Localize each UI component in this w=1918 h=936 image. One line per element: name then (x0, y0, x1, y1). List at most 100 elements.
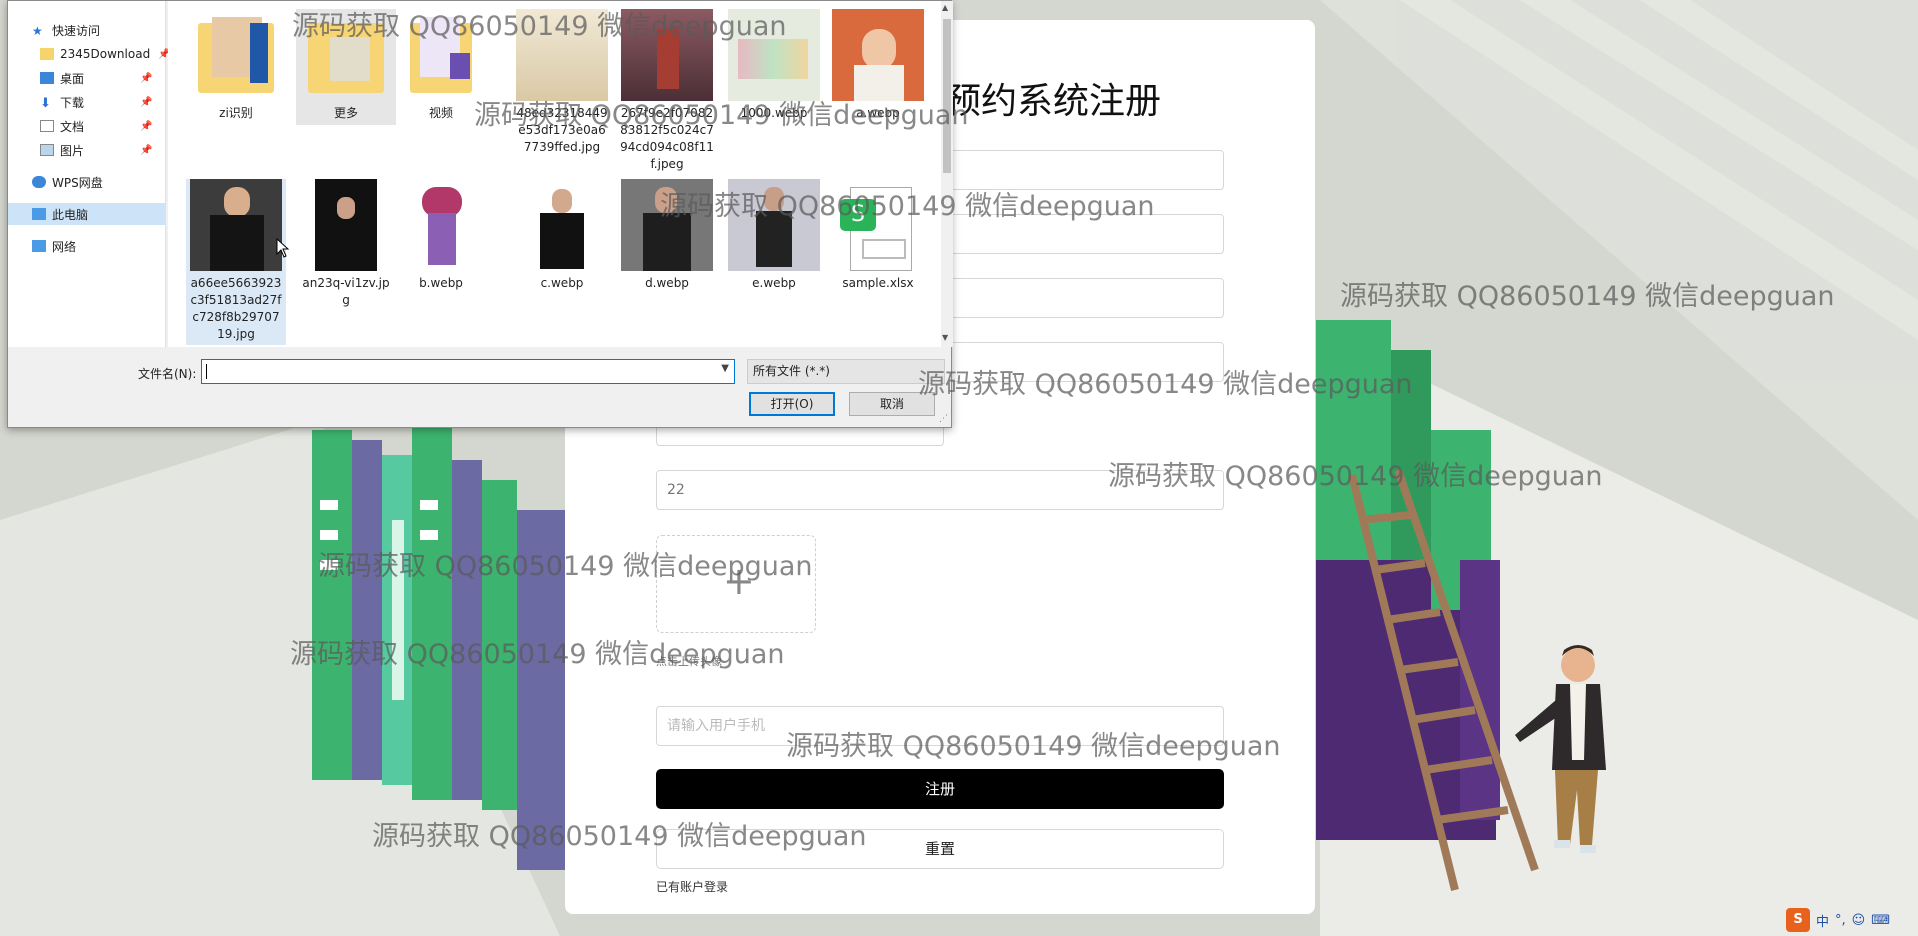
text-caret (206, 364, 207, 379)
file-type-filter[interactable]: 所有文件 (*.*) (747, 359, 945, 384)
ime-tray: S 中 °, ☺ ⌨ (1786, 906, 1890, 934)
nav-label: 网络 (52, 239, 77, 254)
navigation-pane: ★ 快速访问 2345Download 📌 桌面 📌 ⬇ 下载 📌 文档 📌 图片 📌 W… (8, 1, 171, 347)
age-input[interactable]: 22 (656, 470, 1224, 510)
login-link[interactable]: 已有账户登录 (656, 878, 728, 895)
open-button[interactable]: 打开(O) (749, 392, 835, 416)
nav-item-2345download[interactable]: 2345Download 📌 (40, 43, 171, 65)
file-name: an23q-vi1zv.jpg (302, 276, 390, 307)
nav-label: 此电脑 (52, 207, 89, 222)
emoji-icon[interactable]: ☺ (1852, 913, 1866, 928)
file-name: a.webp (856, 106, 900, 120)
nav-item-documents[interactable]: 文档 📌 (40, 115, 152, 137)
image-thumbnail (516, 9, 608, 101)
file-list: zi识别 更多 视频 48ed32318449e53df173e0a67739f… (168, 1, 941, 347)
file-name: 1000.webp (740, 106, 808, 120)
image-thumbnail (621, 179, 713, 271)
file-item[interactable]: a.webp (828, 9, 928, 122)
folder-icon (300, 9, 392, 101)
computer-icon (32, 208, 46, 220)
folder-icon (190, 9, 282, 101)
file-item[interactable]: a66ee5663923c3f51813ad27fc728f8b2970719.… (186, 179, 286, 345)
nav-label: WPS网盘 (52, 175, 103, 190)
file-name: c.webp (540, 276, 584, 290)
file-item[interactable]: an23q-vi1zv.jpg (296, 179, 396, 309)
avatar-upload[interactable]: + (656, 535, 816, 633)
cloud-icon (32, 176, 46, 188)
nav-item-pictures[interactable]: 图片 📌 (40, 139, 152, 161)
spreadsheet-icon: S (832, 179, 924, 271)
file-name: sample.xlsx (842, 276, 914, 290)
phone-input[interactable]: 请输入用户手机 (656, 706, 1224, 746)
image-thumbnail (522, 179, 602, 271)
language-indicator[interactable]: 中 (1816, 911, 1829, 930)
file-name: d.webp (645, 276, 689, 290)
nav-label: 快速访问 (52, 23, 101, 38)
scroll-down-icon[interactable]: ▼ (942, 333, 948, 342)
punctuation-icon[interactable]: °, (1835, 913, 1846, 928)
file-name: 48ed32318449e53df173e0a67739ffed.jpg (516, 106, 608, 154)
sogou-ime-icon[interactable]: S (1786, 908, 1810, 932)
image-thumbnail (728, 179, 820, 271)
image-thumbnail (410, 179, 472, 271)
file-name: a66ee5663923c3f51813ad27fc728f8b2970719.… (190, 276, 282, 341)
picture-icon (40, 144, 54, 156)
nav-label: 2345Download (60, 47, 151, 61)
file-item[interactable]: 视频 (406, 9, 476, 122)
resize-grip-icon[interactable]: ⋰ (939, 414, 948, 424)
file-item[interactable]: d.webp (617, 179, 717, 292)
file-name: e.webp (752, 276, 796, 290)
reset-button[interactable]: 重置 (656, 829, 1224, 869)
file-name: 267f9e2f0708283812f5c024c794cd094c08f11f… (620, 106, 714, 171)
nav-this-pc[interactable]: 此电脑 (8, 203, 165, 225)
file-item[interactable]: e.webp (724, 179, 824, 292)
mouse-cursor-icon (276, 238, 290, 258)
network-icon (32, 240, 46, 252)
pin-icon: 📌 (140, 96, 153, 108)
cancel-button[interactable]: 取消 (849, 392, 935, 416)
file-open-dialog: ★ 快速访问 2345Download 📌 桌面 📌 ⬇ 下载 📌 文档 📌 图片 📌 W… (7, 0, 953, 428)
file-item[interactable]: 更多 (296, 9, 396, 125)
nav-label: 桌面 (60, 71, 85, 86)
nav-network[interactable]: 网络 (32, 235, 76, 257)
video-folder-icon (410, 9, 472, 101)
file-list-scrollbar[interactable]: ▲ ▼ (941, 1, 953, 347)
nav-wps-cloud[interactable]: WPS网盘 (32, 171, 103, 193)
image-thumbnail (315, 179, 377, 271)
file-name: b.webp (419, 276, 463, 290)
download-arrow-icon: ⬇ (40, 96, 51, 111)
star-icon: ★ (32, 24, 43, 38)
pin-icon: 📌 (140, 72, 153, 84)
plus-icon: + (723, 559, 755, 603)
image-thumbnail (190, 179, 282, 271)
nav-item-desktop[interactable]: 桌面 📌 (40, 67, 152, 89)
file-name: 视频 (428, 106, 453, 120)
file-item[interactable]: zi识别 (186, 9, 286, 122)
page-title: 预约系统注册 (945, 81, 1162, 122)
nav-label: 下载 (60, 95, 85, 110)
filename-label: 文件名(N): (138, 367, 197, 381)
nav-label: 文档 (60, 119, 85, 134)
chevron-down-icon[interactable]: ▼ (721, 363, 729, 374)
file-item[interactable]: 267f9e2f0708283812f5c024c794cd094c08f11f… (617, 9, 717, 173)
file-item[interactable]: 1000.webp (724, 9, 824, 122)
pin-icon: 📌 (140, 120, 153, 132)
file-name: 更多 (333, 106, 358, 120)
image-thumbnail (621, 9, 713, 101)
image-thumbnail (832, 9, 924, 101)
file-item[interactable]: b.webp (406, 179, 476, 292)
scrollbar-thumb[interactable] (943, 19, 951, 173)
nav-item-downloads[interactable]: ⬇ 下载 📌 (40, 91, 152, 113)
register-button[interactable]: 注册 (656, 769, 1224, 809)
filename-input[interactable]: ▼ (201, 359, 735, 384)
desktop-icon (40, 72, 54, 84)
scroll-up-icon[interactable]: ▲ (942, 3, 948, 12)
folder-icon (40, 48, 54, 60)
file-name: zi识别 (219, 106, 253, 120)
keyboard-icon[interactable]: ⌨ (1871, 913, 1890, 928)
file-item[interactable]: 48ed32318449e53df173e0a67739ffed.jpg (512, 9, 612, 156)
nav-quick-access[interactable]: ★ 快速访问 (32, 19, 100, 41)
nav-label: 图片 (60, 143, 85, 158)
file-item[interactable]: c.webp (512, 179, 612, 292)
file-item[interactable]: S sample.xlsx (828, 179, 928, 292)
